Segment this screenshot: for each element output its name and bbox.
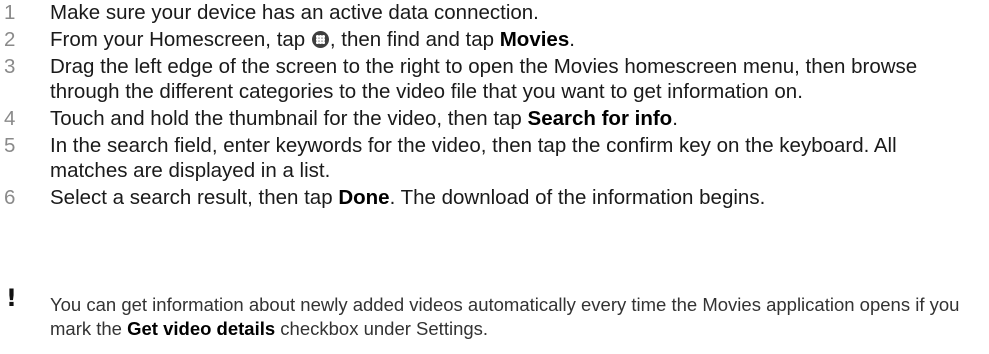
ui-term: Done [338, 186, 390, 209]
text-segment: . [672, 107, 678, 130]
note-box: ! You can get information about newly ad… [0, 284, 989, 341]
step-text: Select a search result, then tap Done. T… [50, 185, 989, 210]
text-segment: Touch and hold the thumbnail for the vid… [50, 107, 528, 130]
text-segment: . The download of the information begins… [389, 186, 766, 209]
step-text: In the search field, enter keywords for … [50, 133, 989, 183]
step-number: 6 [4, 186, 16, 209]
exclamation-icon: ! [6, 284, 17, 312]
text-segment: Select a search result, then tap [50, 186, 339, 209]
ui-term: Search for info [527, 107, 673, 130]
step-item: 1 Make sure your device has an active dat… [0, 0, 989, 25]
step-number: 5 [4, 134, 16, 157]
text-segment: In the search field, enter keywords for … [50, 134, 897, 182]
instruction-steps: 1 Make sure your device has an active dat… [0, 0, 989, 212]
step-item: 3 Drag the left edge of the screen to the… [0, 54, 989, 104]
step-number: 1 [4, 1, 16, 24]
text-segment: , then find and tap [329, 28, 500, 51]
step-number: 2 [4, 28, 16, 51]
step-item: 6 Select a search result, then tap Done. … [0, 185, 989, 210]
text-segment: checkbox under Settings. [275, 318, 489, 339]
text-segment: Make sure your device has an active data… [50, 1, 539, 24]
text-segment: From your Homescreen, tap [50, 28, 311, 51]
apps-icon [311, 31, 329, 48]
step-text: Touch and hold the thumbnail for the vid… [50, 106, 989, 131]
ui-term: Movies [499, 28, 570, 51]
step-number: 4 [4, 107, 16, 130]
step-text: Drag the left edge of the screen to the … [50, 54, 989, 104]
step-item: 2 From your Homescreen, tap , then find a… [0, 27, 989, 52]
step-item: 4 Touch and hold the thumbnail for the vi… [0, 106, 989, 131]
step-item: 5 In the search field, enter keywords for… [0, 133, 989, 183]
text-segment: . [569, 28, 575, 51]
note-text: You can get information about newly adde… [50, 287, 989, 341]
ui-term: Get video details [127, 318, 276, 339]
step-text: From your Homescreen, tap , then find an… [50, 27, 989, 52]
step-number: 3 [4, 55, 16, 78]
step-text: Make sure your device has an active data… [50, 0, 989, 25]
text-segment: Drag the left edge of the screen to the … [50, 55, 918, 103]
